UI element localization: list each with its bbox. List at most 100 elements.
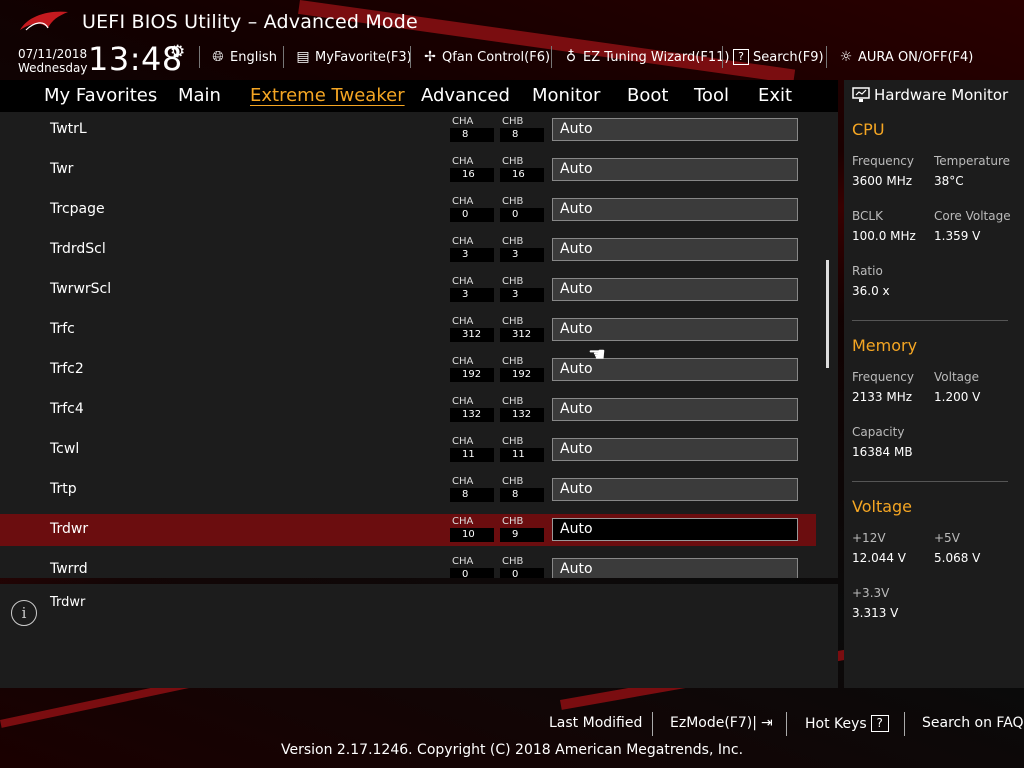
cha-value: 0 [450, 208, 494, 222]
capacity-value: 16384 MB [852, 445, 913, 459]
cpu-temperature-value: 38°C [934, 174, 964, 188]
setting-row[interactable]: Trdwr CHA 10 CHB 9 Auto [0, 514, 816, 546]
voltage-heading: Voltage [852, 497, 913, 516]
setting-label: Twr [50, 161, 74, 177]
chb-caption: CHB [502, 476, 524, 487]
chb-value: 0 [500, 568, 544, 578]
favorite-icon: ▤ [296, 49, 310, 65]
cha-caption: CHA [452, 556, 474, 567]
v33-label: +3.3V [852, 586, 890, 600]
setting-row[interactable]: TwtrL CHA 8 CHB 8 Auto [0, 114, 816, 146]
language-button[interactable]: 🌐︎ English [210, 46, 277, 68]
cha-caption: CHA [452, 476, 474, 487]
search-label: Search(F9) [753, 49, 824, 65]
header: UEFI BIOS Utility – Advanced Mode 07/11/… [0, 0, 1024, 80]
search-button[interactable]: ? Search(F9) [733, 46, 824, 68]
chb-value: 312 [500, 328, 544, 342]
setting-row[interactable]: Trfc CHA 312 CHB 312 Auto [0, 314, 816, 346]
setting-row[interactable]: Trfc2 CHA 192 CHB 192 Auto [0, 354, 816, 386]
cha-value: 8 [450, 488, 494, 502]
setting-row[interactable]: TwrwrScl CHA 3 CHB 3 Auto [0, 274, 816, 306]
search-faq-button[interactable]: Search on FAQ [922, 715, 1024, 731]
core-voltage-value: 1.359 V [934, 229, 981, 243]
chb-caption: CHB [502, 236, 524, 247]
setting-row[interactable]: Trtp CHA 8 CHB 8 Auto [0, 474, 816, 506]
tab-my-favorites[interactable]: My Favorites [44, 85, 157, 106]
chb-caption: CHB [502, 516, 524, 527]
setting-value-input[interactable]: Auto [552, 438, 798, 461]
tab-extreme-tweaker[interactable]: Extreme Tweaker [250, 85, 405, 106]
chb-caption: CHB [502, 116, 524, 127]
setting-value-input[interactable]: Auto [552, 398, 798, 421]
setting-value-input[interactable]: Auto [552, 278, 798, 301]
ez-tuning-button[interactable]: ♁ EZ Tuning Wizard(F11) [563, 46, 730, 68]
tab-main[interactable]: Main [178, 85, 221, 106]
setting-value-input[interactable]: Auto [552, 118, 798, 141]
core-voltage-label: Core Voltage [934, 209, 1011, 223]
cha-timing: CHA 192 [450, 356, 494, 382]
chb-timing: CHB 8 [500, 476, 544, 502]
setting-value-input[interactable]: Auto [552, 158, 798, 181]
chb-timing: CHB 8 [500, 116, 544, 142]
cpu-temperature-label: Temperature [934, 154, 1011, 168]
tab-exit[interactable]: Exit [758, 85, 792, 106]
ezmode-button[interactable]: EzMode(F7)| ⇥ [670, 715, 773, 731]
date-value: 07/11/2018 [18, 47, 88, 61]
chb-timing: CHB 0 [500, 556, 544, 578]
chb-caption: CHB [502, 316, 524, 327]
setting-value-input[interactable]: Auto [552, 318, 798, 341]
setting-row[interactable]: TrdrdScl CHA 3 CHB 3 Auto [0, 234, 816, 266]
chb-value: 8 [500, 488, 544, 502]
toolbar-divider [199, 46, 200, 68]
gear-icon[interactable]: ⚙ [170, 42, 185, 62]
tab-advanced[interactable]: Advanced [421, 85, 510, 106]
cha-timing: CHA 8 [450, 476, 494, 502]
footer-divider [904, 712, 905, 736]
scrollbar[interactable] [826, 260, 829, 368]
date-display: 07/11/2018 Wednesday [18, 47, 87, 75]
ratio-label: Ratio [852, 264, 883, 278]
cha-value: 10 [450, 528, 494, 542]
tab-boot[interactable]: Boot [627, 85, 668, 106]
setting-row[interactable]: Trfc4 CHA 132 CHB 132 Auto [0, 394, 816, 426]
setting-value-input[interactable]: Auto [552, 478, 798, 501]
chb-caption: CHB [502, 556, 524, 567]
setting-value-input[interactable]: Auto [552, 558, 798, 578]
v5-label: +5V [934, 531, 960, 545]
myfavorite-button[interactable]: ▤ MyFavorite(F3) [295, 46, 411, 68]
tab-tool[interactable]: Tool [694, 85, 729, 106]
setting-value-input[interactable]: Auto [552, 518, 798, 541]
section-divider [852, 320, 1008, 321]
cha-value: 0 [450, 568, 494, 578]
ezmode-label: EzMode(F7)| [670, 715, 757, 731]
chb-caption: CHB [502, 156, 524, 167]
aura-label: AURA ON/OFF(F4) [858, 49, 974, 65]
cha-value: 3 [450, 248, 494, 262]
bclk-value: 100.0 MHz [852, 229, 916, 243]
tab-monitor[interactable]: Monitor [532, 85, 600, 106]
aura-button[interactable]: ☼ AURA ON/OFF(F4) [838, 46, 974, 68]
qfan-label: Qfan Control(F6) [442, 49, 551, 65]
cha-value: 8 [450, 128, 494, 142]
setting-row[interactable]: Tcwl CHA 11 CHB 11 Auto [0, 434, 816, 466]
cpu-frequency-value: 3600 MHz [852, 174, 913, 188]
cha-value: 3 [450, 288, 494, 302]
setting-row[interactable]: Twr CHA 16 CHB 16 Auto [0, 154, 816, 186]
setting-row[interactable]: Twrrd CHA 0 CHB 0 Auto [0, 554, 816, 578]
chb-value: 8 [500, 128, 544, 142]
toolbar-divider [410, 46, 411, 68]
cha-caption: CHA [452, 236, 474, 247]
setting-value-input[interactable]: Auto [552, 238, 798, 261]
help-panel: i Trdwr [0, 584, 838, 688]
setting-value-input[interactable]: Auto [552, 198, 798, 221]
hot-keys-button[interactable]: Hot Keys ? [805, 715, 889, 732]
qfan-button[interactable]: ✢ Qfan Control(F6) [422, 46, 550, 68]
footer-divider [786, 712, 787, 736]
last-modified-button[interactable]: Last Modified [549, 715, 642, 731]
cha-caption: CHA [452, 516, 474, 527]
chb-caption: CHB [502, 196, 524, 207]
cha-value: 16 [450, 168, 494, 182]
search-icon: ? [733, 49, 749, 65]
setting-label: Twrrd [50, 561, 88, 577]
setting-row[interactable]: Trcpage CHA 0 CHB 0 Auto [0, 194, 816, 226]
